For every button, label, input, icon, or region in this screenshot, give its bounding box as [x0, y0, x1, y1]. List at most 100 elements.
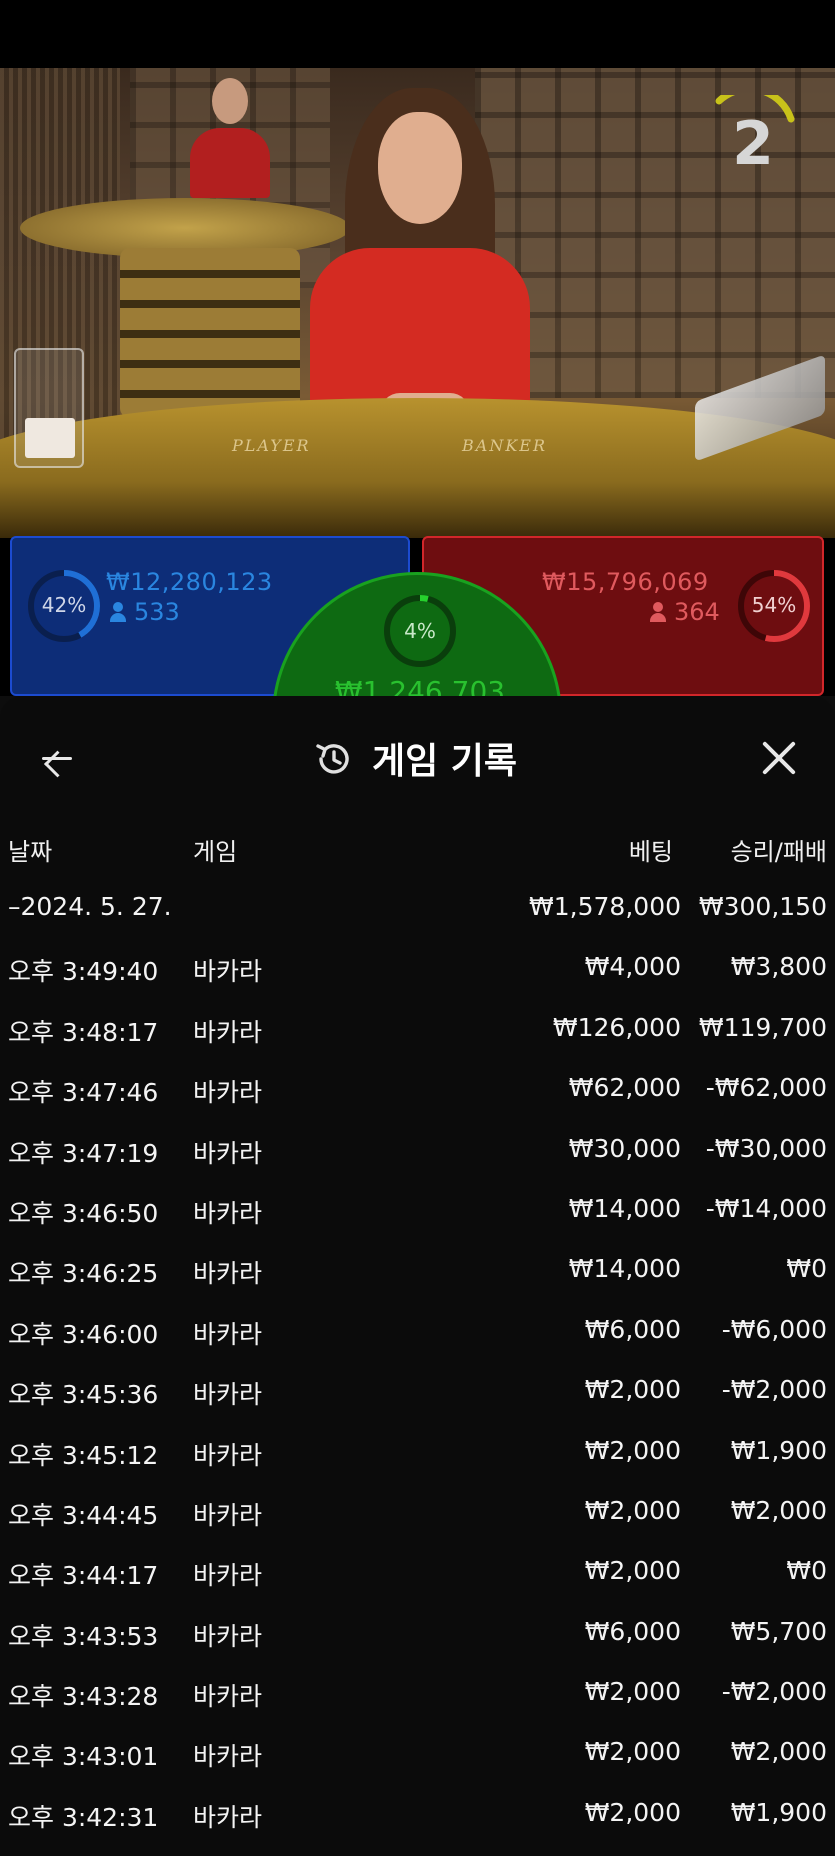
row-game: 바카라 [193, 1259, 263, 1289]
countdown-value: 2 [732, 109, 774, 179]
player-bettor-count: 533 [110, 598, 180, 626]
row-result: -₩6,000 [721, 1314, 827, 1344]
player-percent-ring: 42% [26, 568, 102, 644]
summary-date: –2024. 5. 27. [8, 892, 172, 921]
row-bet: ₩126,000 [552, 1012, 681, 1042]
history-icon [316, 744, 349, 774]
row-game: 바카라 [193, 1138, 263, 1168]
row-time: 오후 3:46:50 [8, 1198, 159, 1228]
row-time: 오후 3:49:40 [8, 957, 159, 987]
row-time: 오후 3:43:01 [8, 1742, 159, 1772]
row-result: ₩0 [786, 1254, 827, 1284]
close-icon[interactable] [759, 738, 799, 778]
table-label-banker: BANKER [462, 436, 547, 455]
table-row[interactable]: 오후 3:44:45 바카라 ₩2,000 ₩2,000 [0, 1482, 835, 1542]
row-time: 오후 3:47:46 [8, 1078, 159, 1108]
row-game: 바카라 [193, 1440, 263, 1470]
status-bar [0, 0, 835, 68]
game-history-sheet: 게임 기록 날짜 게임 베팅 승리/패배 –2024. 5. 27. ₩1,57… [0, 696, 835, 1856]
row-result: ₩3,800 [730, 952, 827, 982]
summary-result-total: ₩300,150 [698, 892, 827, 921]
table-row[interactable]: 오후 3:48:17 바카라 ₩126,000 ₩119,700 [0, 999, 835, 1059]
row-bet: ₩14,000 [568, 1254, 681, 1284]
row-time: 오후 3:43:53 [8, 1621, 159, 1651]
table-row[interactable]: 오후 3:45:36 바카라 ₩2,000 -₩2,000 [0, 1361, 835, 1421]
banker-percent: 54% [751, 593, 797, 617]
row-game: 바카라 [193, 1561, 263, 1591]
row-result: ₩1,900 [730, 1435, 827, 1465]
row-bet: ₩2,000 [584, 1435, 681, 1465]
row-time: 오후 3:45:36 [8, 1380, 159, 1410]
sheet-title: 게임 기록 [372, 741, 518, 782]
player-percent: 42% [41, 593, 87, 617]
table-row[interactable]: 오후 3:43:01 바카라 ₩2,000 ₩2,000 [0, 1723, 835, 1783]
row-result: ₩0 [786, 1556, 827, 1586]
history-list: –2024. 5. 27. ₩1,578,000 ₩300,150 오후 3:4… [0, 878, 835, 1844]
banker-bet-amount: ₩15,796,069 [542, 568, 709, 596]
row-result: ₩2,000 [730, 1737, 827, 1767]
row-result: -₩2,000 [721, 1677, 827, 1707]
table-row[interactable]: 오후 3:47:46 바카라 ₩62,000 -₩62,000 [0, 1059, 835, 1119]
row-result: -₩14,000 [705, 1193, 827, 1223]
table-row[interactable]: 오후 3:45:12 바카라 ₩2,000 ₩1,900 [0, 1422, 835, 1482]
row-game: 바카라 [193, 1319, 263, 1349]
row-game: 바카라 [193, 1078, 263, 1108]
table-row[interactable]: 오후 3:46:00 바카라 ₩6,000 -₩6,000 [0, 1301, 835, 1361]
row-result: ₩2,000 [730, 1495, 827, 1525]
row-time: 오후 3:44:45 [8, 1500, 159, 1530]
row-game: 바카라 [193, 1742, 263, 1772]
row-game: 바카라 [193, 957, 263, 987]
back-arrow-icon[interactable] [36, 736, 80, 780]
row-bet: ₩2,000 [584, 1375, 681, 1405]
row-bet: ₩6,000 [584, 1616, 681, 1646]
user-icon [650, 602, 666, 622]
row-bet: ₩2,000 [584, 1797, 681, 1827]
dealer [300, 88, 540, 448]
banker-bettor-count: 364 [650, 598, 720, 626]
row-time: 오후 3:42:31 [8, 1802, 159, 1832]
sheet-header: 게임 기록 [0, 696, 835, 822]
row-game: 바카라 [193, 1500, 263, 1530]
row-bet: ₩2,000 [584, 1495, 681, 1525]
table-label-player: PLAYER [232, 436, 311, 455]
row-game: 바카라 [193, 1621, 263, 1651]
table-row[interactable]: 오후 3:44:17 바카라 ₩2,000 ₩0 [0, 1542, 835, 1602]
user-icon [110, 602, 126, 622]
card-deck [25, 418, 75, 458]
row-time: 오후 3:44:17 [8, 1561, 159, 1591]
table-row[interactable]: 오후 3:42:31 바카라 ₩2,000 ₩1,900 [0, 1784, 835, 1844]
row-bet: ₩2,000 [584, 1677, 681, 1707]
row-result: ₩1,900 [730, 1797, 827, 1827]
table-row[interactable]: 오후 3:43:28 바카라 ₩2,000 -₩2,000 [0, 1663, 835, 1723]
countdown-timer: 2 [705, 95, 801, 191]
row-game: 바카라 [193, 1380, 263, 1410]
row-bet: ₩2,000 [584, 1556, 681, 1586]
row-bet: ₩2,000 [584, 1737, 681, 1767]
row-bet: ₩14,000 [568, 1193, 681, 1223]
table-row[interactable]: 오후 3:46:50 바카라 ₩14,000 -₩14,000 [0, 1180, 835, 1240]
row-result: -₩2,000 [721, 1375, 827, 1405]
row-time: 오후 3:47:19 [8, 1138, 159, 1168]
date-summary-row[interactable]: –2024. 5. 27. ₩1,578,000 ₩300,150 [0, 878, 835, 938]
row-result: -₩62,000 [705, 1073, 827, 1103]
banker-percent-ring: 54% [736, 568, 812, 644]
table-row[interactable]: 오후 3:47:19 바카라 ₩30,000 -₩30,000 [0, 1120, 835, 1180]
column-header-bet: 베팅 [628, 838, 673, 866]
row-time: 오후 3:43:28 [8, 1682, 159, 1712]
table-row[interactable]: 오후 3:46:25 바카라 ₩14,000 ₩0 [0, 1240, 835, 1300]
row-time: 오후 3:45:12 [8, 1440, 159, 1470]
background-dealer [190, 74, 270, 198]
tie-percent: 4% [404, 619, 436, 643]
player-bet-amount: ₩12,280,123 [106, 568, 273, 596]
row-bet: ₩30,000 [568, 1133, 681, 1163]
row-time: 오후 3:48:17 [8, 1017, 159, 1047]
table-row[interactable]: 오후 3:43:53 바카라 ₩6,000 ₩5,700 [0, 1603, 835, 1663]
row-bet: ₩4,000 [584, 952, 681, 982]
row-result: -₩30,000 [705, 1133, 827, 1163]
row-result: ₩5,700 [730, 1616, 827, 1646]
table-row[interactable]: 오후 3:49:40 바카라 ₩4,000 ₩3,800 [0, 938, 835, 998]
row-bet: ₩62,000 [568, 1073, 681, 1103]
row-game: 바카라 [193, 1682, 263, 1712]
column-header-result: 승리/패배 [730, 838, 827, 866]
row-result: ₩119,700 [698, 1012, 827, 1042]
